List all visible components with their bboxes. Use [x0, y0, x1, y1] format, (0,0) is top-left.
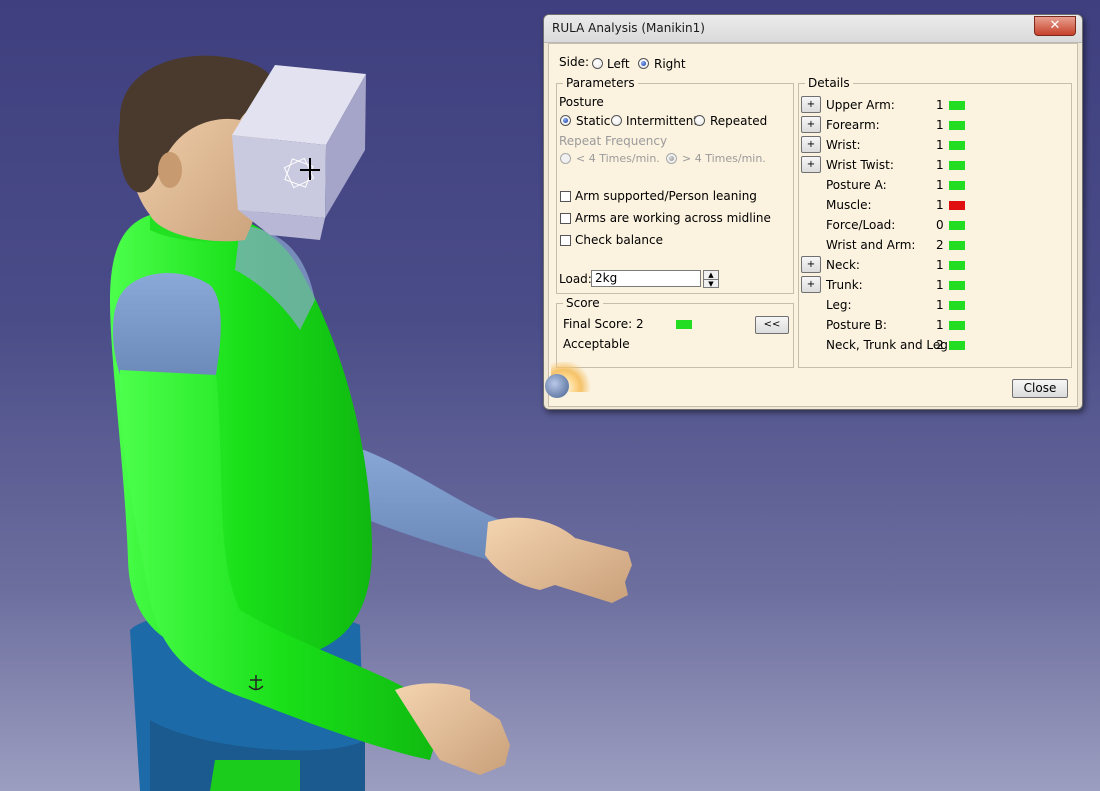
score-verdict: Acceptable — [563, 337, 630, 351]
manikin-far-hand — [485, 517, 632, 603]
arm-supported-checkbox[interactable] — [560, 191, 571, 202]
load-spinner[interactable]: ▲ ▼ — [703, 270, 719, 288]
side-right-radio[interactable] — [638, 58, 649, 69]
manikin-ear — [158, 152, 182, 188]
arm-supported-label[interactable]: Arm supported/Person leaning — [575, 189, 757, 203]
detail-label: Muscle: — [826, 198, 872, 212]
detail-score-indicator — [949, 221, 965, 230]
manikin-near-shoulder — [112, 273, 221, 380]
close-button[interactable]: Close — [1012, 379, 1068, 398]
detail-value: 0 — [936, 218, 944, 232]
detail-score-indicator — [949, 141, 965, 150]
detail-value: 1 — [936, 158, 944, 172]
expand-row-button[interactable]: + — [801, 116, 821, 133]
spin-up-icon[interactable]: ▲ — [704, 271, 718, 280]
detail-value: 1 — [936, 278, 944, 292]
final-score-indicator — [676, 320, 692, 329]
parameters-group-label: Parameters — [563, 76, 638, 90]
detail-value: 2 — [936, 238, 944, 252]
detail-score-indicator — [949, 161, 965, 170]
close-window-button[interactable]: ✕ — [1034, 16, 1076, 36]
detail-value: 1 — [936, 298, 944, 312]
detail-label: Leg: — [826, 298, 852, 312]
score-group: Score Final Score: 2 Acceptable << — [556, 296, 794, 368]
posture-label: Posture — [559, 95, 604, 109]
detail-label: Force/Load: — [826, 218, 896, 232]
arms-midline-label[interactable]: Arms are working across midline — [575, 211, 771, 225]
detail-value: 2 — [936, 338, 944, 352]
expand-row-button[interactable]: + — [801, 156, 821, 173]
detail-score-indicator — [949, 241, 965, 250]
detail-score-indicator — [949, 201, 965, 210]
view-box-front — [232, 135, 326, 218]
posture-static-label[interactable]: Static — [576, 114, 610, 128]
posture-static-radio[interactable] — [560, 115, 571, 126]
side-label: Side: — [559, 55, 589, 69]
expand-row-button[interactable]: + — [801, 256, 821, 273]
detail-score-indicator — [949, 281, 965, 290]
title-bar[interactable]: RULA Analysis (Manikin1) ✕ — [544, 15, 1082, 43]
expand-row-button[interactable]: + — [801, 136, 821, 153]
detail-value: 1 — [936, 118, 944, 132]
detail-value: 1 — [936, 198, 944, 212]
manikin-leg-green — [210, 760, 300, 791]
details-group-label: Details — [805, 76, 853, 90]
window-title: RULA Analysis (Manikin1) — [552, 21, 705, 35]
parameters-group: Parameters Posture Static Intermittent R… — [556, 76, 794, 294]
final-score-text: Final Score: 2 — [563, 317, 644, 331]
detail-label: Upper Arm: — [826, 98, 895, 112]
side-left-radio[interactable] — [592, 58, 603, 69]
check-balance-label[interactable]: Check balance — [575, 233, 663, 247]
spin-down-icon[interactable]: ▼ — [704, 280, 718, 288]
side-left-label[interactable]: Left — [607, 57, 630, 71]
posture-intermittent-label[interactable]: Intermittent — [626, 114, 698, 128]
arms-midline-checkbox[interactable] — [560, 213, 571, 224]
detail-label: Posture B: — [826, 318, 887, 332]
expand-row-button[interactable]: + — [801, 276, 821, 293]
detail-score-indicator — [949, 181, 965, 190]
details-group: Details + Upper Arm: 1 + Forearm: 1 + Wrist: 1 + W… — [798, 76, 1072, 368]
detail-label: Wrist: — [826, 138, 861, 152]
repeat-lt4-radio[interactable] — [560, 153, 571, 164]
posture-intermittent-radio[interactable] — [611, 115, 622, 126]
expand-row-button[interactable]: + — [801, 96, 821, 113]
side-right-label[interactable]: Right — [654, 57, 686, 71]
detail-value: 1 — [936, 318, 944, 332]
detail-label: Trunk: — [826, 278, 863, 292]
app-logo-icon — [545, 362, 593, 398]
detail-label: Neck, Trunk and Leg: — [826, 338, 952, 352]
detail-value: 1 — [936, 138, 944, 152]
rula-dialog[interactable]: RULA Analysis (Manikin1) ✕ Side: Left Ri… — [543, 14, 1083, 410]
detail-label: Wrist Twist: — [826, 158, 894, 172]
repeat-lt4-label[interactable]: < 4 Times/min. — [576, 152, 660, 165]
posture-repeated-label[interactable]: Repeated — [710, 114, 767, 128]
check-balance-checkbox[interactable] — [560, 235, 571, 246]
detail-score-indicator — [949, 341, 965, 350]
dialog-client: Side: Left Right Parameters Posture Stat… — [545, 43, 1078, 407]
posture-repeated-radio[interactable] — [694, 115, 705, 126]
detail-score-indicator — [949, 101, 965, 110]
detail-label: Forearm: — [826, 118, 880, 132]
score-group-label: Score — [563, 296, 603, 310]
collapse-details-button[interactable]: << — [755, 316, 789, 334]
repeat-gt4-radio[interactable] — [666, 153, 677, 164]
repeat-frequency-label: Repeat Frequency — [559, 134, 668, 148]
detail-label: Wrist and Arm: — [826, 238, 916, 252]
detail-score-indicator — [949, 321, 965, 330]
detail-value: 1 — [936, 178, 944, 192]
repeat-gt4-label[interactable]: > 4 Times/min. — [682, 152, 766, 165]
load-label: Load: — [559, 272, 592, 286]
load-input[interactable]: 2kg — [591, 270, 701, 287]
detail-value: 1 — [936, 258, 944, 272]
detail-label: Neck: — [826, 258, 860, 272]
detail-score-indicator — [949, 261, 965, 270]
detail-value: 1 — [936, 98, 944, 112]
detail-label: Posture A: — [826, 178, 887, 192]
detail-score-indicator — [949, 301, 965, 310]
detail-score-indicator — [949, 121, 965, 130]
